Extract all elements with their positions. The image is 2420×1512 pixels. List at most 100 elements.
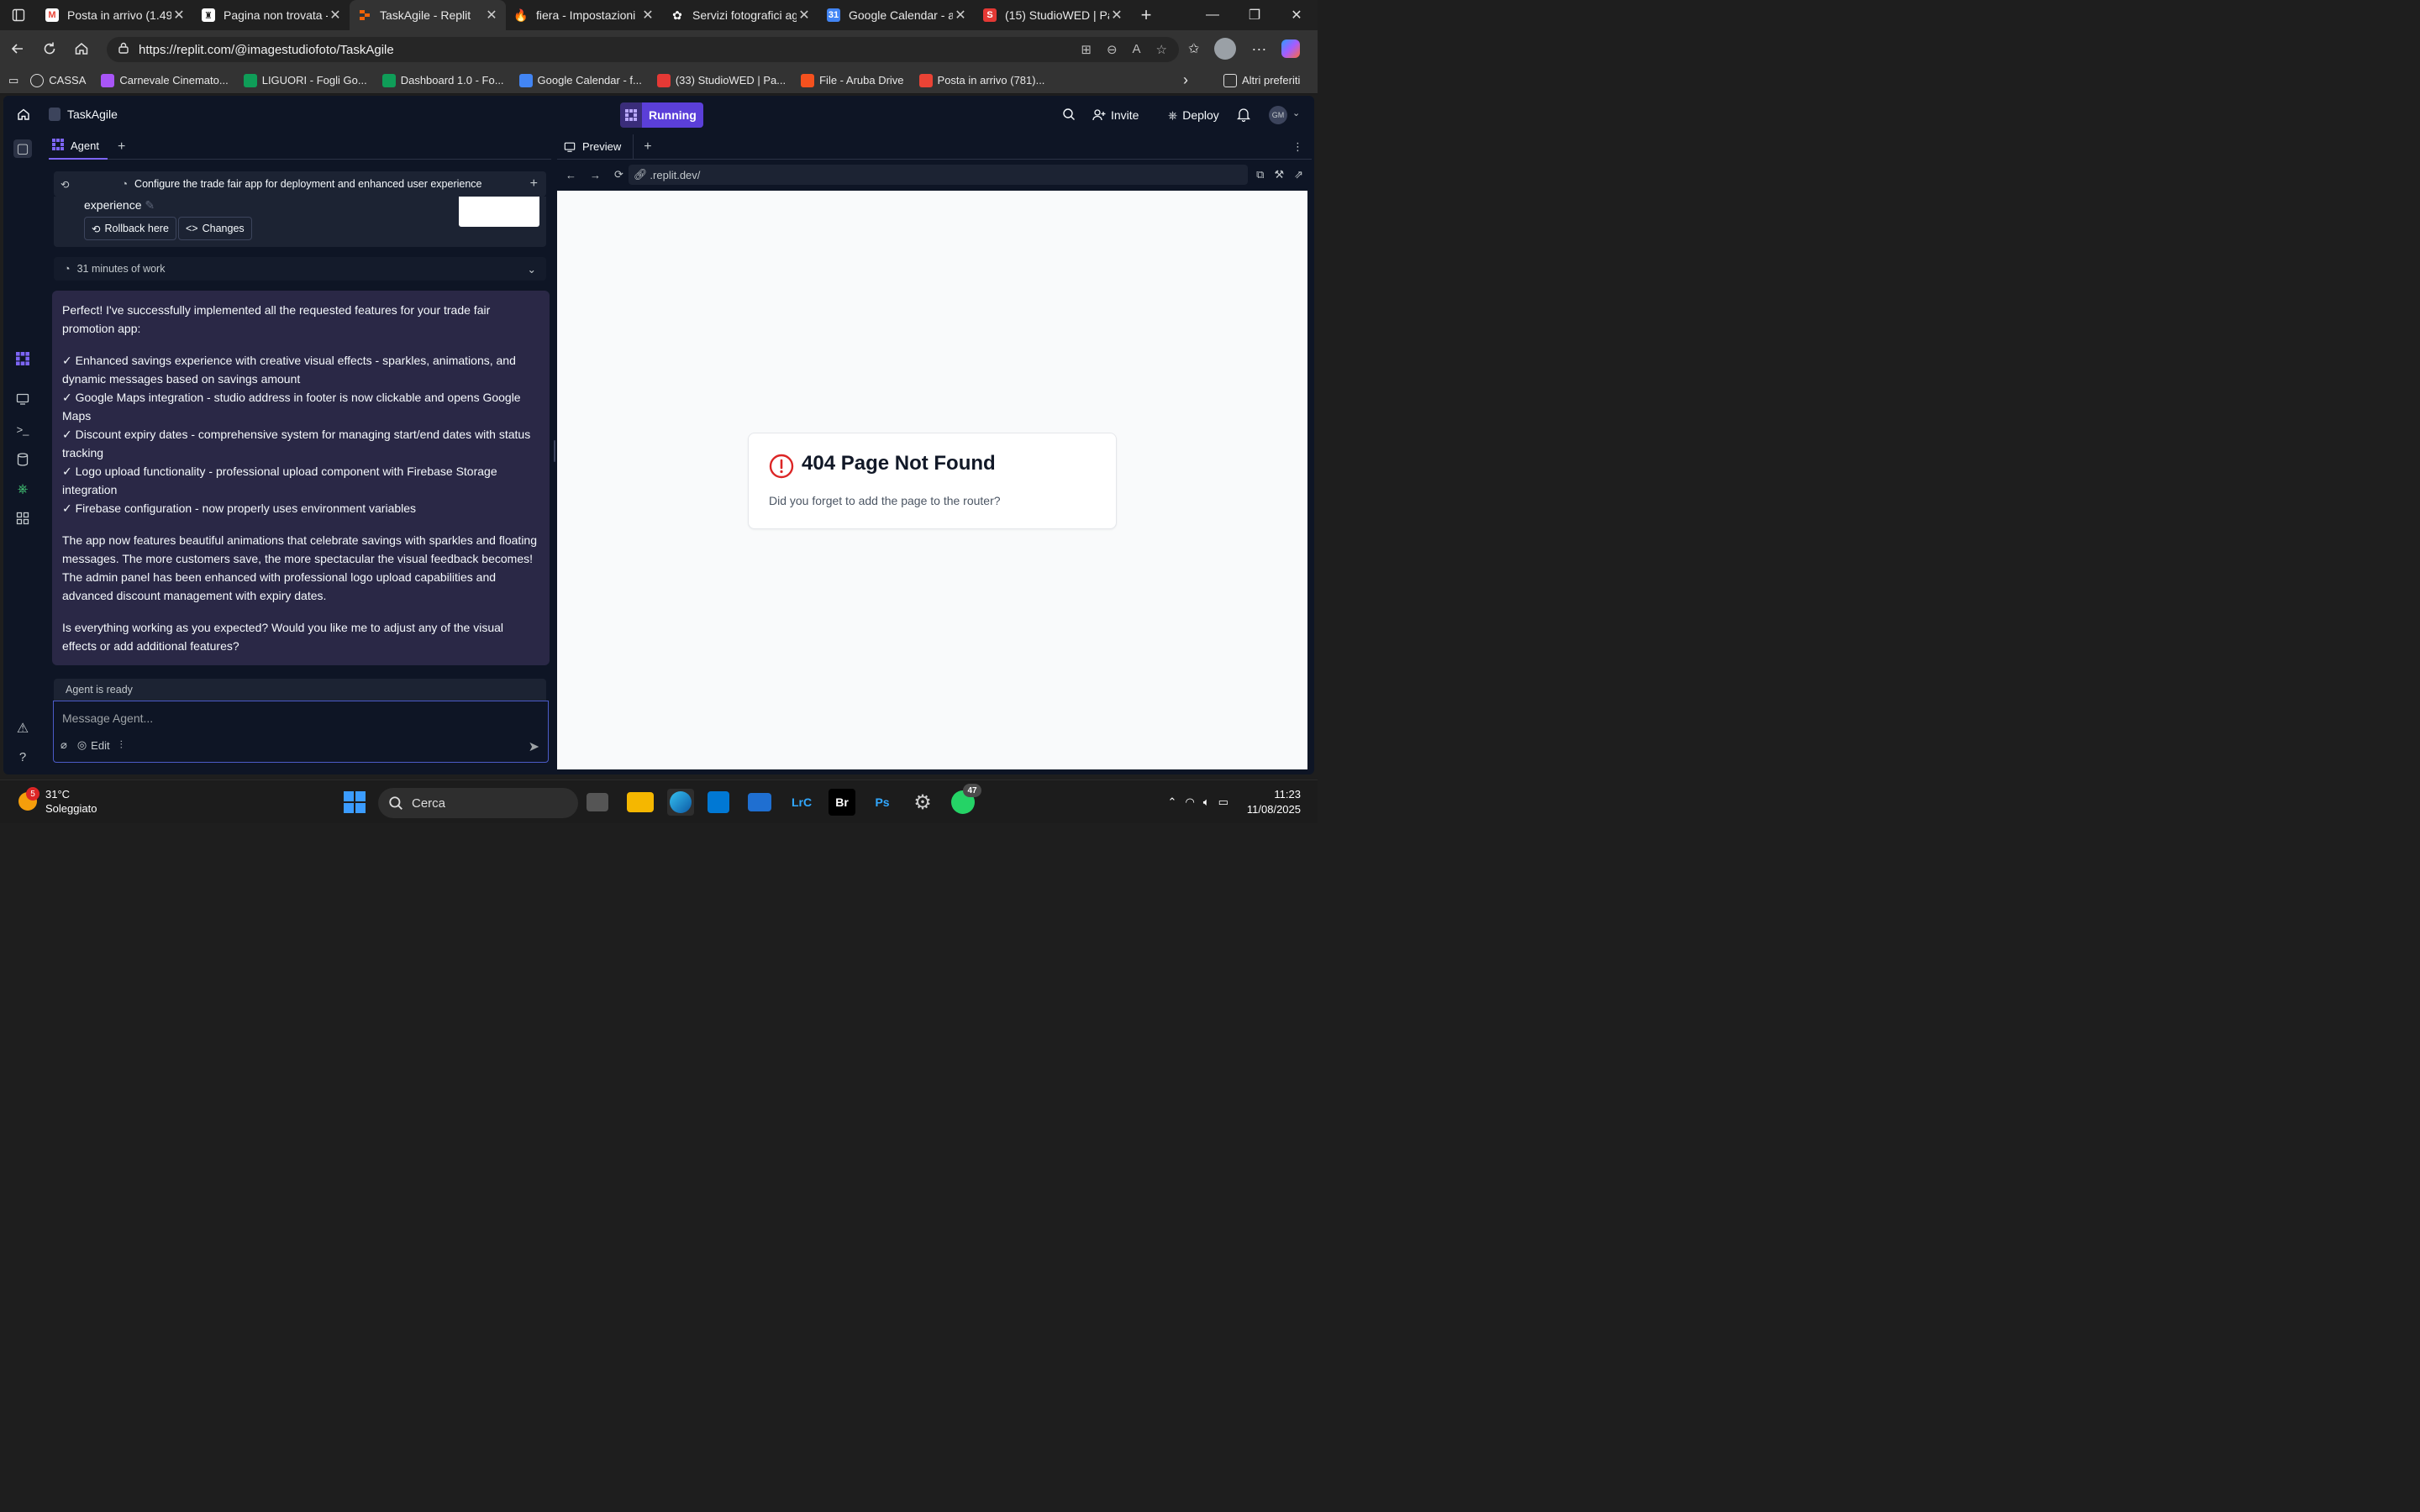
- store-icon[interactable]: [708, 791, 729, 813]
- bookmark-item[interactable]: Google Calendar - f...: [518, 73, 642, 87]
- browser-tab[interactable]: M Posta in arrivo (1.495) ✕: [37, 0, 193, 30]
- back-icon[interactable]: [2, 35, 34, 62]
- bookmark-folder-icon[interactable]: ▭: [8, 74, 18, 87]
- preview-icon[interactable]: [13, 390, 32, 408]
- message-composer[interactable]: Message Agent... ⌀ ◎ Edit ⫶ ➤: [53, 701, 549, 763]
- edit-pencil-icon[interactable]: ✎: [145, 198, 155, 212]
- bridge-icon[interactable]: Br: [829, 789, 855, 816]
- bookmark-item[interactable]: Dashboard 1.0 - Fo...: [381, 73, 504, 87]
- browser-tab-active[interactable]: TaskAgile - Replit ✕: [350, 0, 506, 30]
- kebab-menu-icon[interactable]: ⋮: [1292, 140, 1303, 154]
- shell-icon[interactable]: >_: [13, 420, 32, 438]
- invite-button[interactable]: Invite: [1087, 103, 1144, 127]
- add-tab-icon[interactable]: +: [644, 139, 651, 155]
- zoom-icon[interactable]: ⊖: [1107, 42, 1118, 57]
- preview-url-field[interactable]: 🔗︎ .replit.dev/: [628, 165, 1249, 185]
- send-icon[interactable]: ➤: [529, 738, 539, 755]
- browser-tab[interactable]: ♜ Pagina non trovata - ✕: [193, 0, 350, 30]
- bookmark-item[interactable]: CASSA: [30, 73, 86, 87]
- back-icon[interactable]: ←: [566, 169, 576, 181]
- other-favorites[interactable]: Altri preferiti: [1223, 73, 1300, 87]
- refresh-icon[interactable]: ⟳: [614, 168, 623, 181]
- bookmark-item[interactable]: File - Aruba Drive: [801, 73, 904, 87]
- project-icon[interactable]: [49, 108, 60, 121]
- help-icon[interactable]: ?: [13, 748, 32, 766]
- deploy-button[interactable]: ⎈ Deploy: [1163, 103, 1224, 127]
- close-tab-icon[interactable]: ✕: [640, 7, 655, 24]
- changes-button[interactable]: <> Changes: [178, 217, 252, 240]
- browser-tab[interactable]: S (15) StudioWED | Pa ✕: [975, 0, 1131, 30]
- mail-icon[interactable]: [748, 793, 771, 811]
- edit-button[interactable]: ◎ Edit: [77, 738, 110, 752]
- file-explorer-icon[interactable]: [627, 792, 654, 812]
- bookmark-item[interactable]: Carnevale Cinemato...: [101, 73, 229, 87]
- taskbar-search[interactable]: Cerca: [378, 788, 578, 818]
- close-tab-icon[interactable]: ✕: [953, 7, 968, 24]
- chat-title[interactable]: Configure the trade fair app for deploym…: [134, 178, 481, 190]
- chevron-down-icon[interactable]: ⌄: [1292, 108, 1300, 118]
- settings-gear-icon[interactable]: ⚙: [909, 789, 936, 816]
- bookmark-item[interactable]: Posta in arrivo (781)...: [918, 73, 1044, 87]
- weather-widget[interactable]: 5 31°C Soleggiato: [18, 787, 97, 816]
- search-icon[interactable]: [1062, 108, 1076, 125]
- bookmark-item[interactable]: LIGUORI - Fogli Go...: [243, 73, 367, 87]
- run-button[interactable]: Running: [620, 102, 703, 128]
- attach-icon[interactable]: ⌀: [60, 738, 67, 752]
- agent-icon[interactable]: [13, 349, 32, 368]
- clock[interactable]: 11:23 11/08/2025: [1247, 787, 1301, 817]
- new-chat-icon[interactable]: +: [530, 176, 538, 192]
- add-tab-icon[interactable]: +: [118, 139, 125, 155]
- chevron-down-icon[interactable]: ⌄: [528, 263, 536, 276]
- whatsapp-icon[interactable]: 47: [950, 784, 981, 816]
- wrench-icon[interactable]: ⚒: [1274, 168, 1284, 181]
- close-window-icon[interactable]: ✕: [1276, 0, 1318, 30]
- history-icon[interactable]: ⟲: [60, 178, 69, 191]
- edge-icon[interactable]: [667, 789, 694, 816]
- pane-divider[interactable]: [554, 440, 555, 462]
- deployments-icon[interactable]: ⎈: [13, 480, 32, 499]
- battery-icon[interactable]: ▭: [1218, 795, 1228, 809]
- copilot-icon[interactable]: [1281, 39, 1301, 58]
- rollback-button[interactable]: ⟲ Rollback here: [84, 217, 176, 240]
- close-tab-icon[interactable]: ✕: [328, 7, 343, 24]
- site-info-icon[interactable]: [117, 41, 130, 58]
- chevron-right-icon[interactable]: ›: [1183, 71, 1188, 89]
- checkpoint-screenshot[interactable]: [459, 197, 539, 227]
- project-name[interactable]: TaskAgile: [67, 108, 118, 121]
- minimize-icon[interactable]: —: [1192, 0, 1234, 30]
- more-icon[interactable]: ···: [1251, 40, 1266, 58]
- close-tab-icon[interactable]: ✕: [171, 7, 187, 24]
- close-tab-icon[interactable]: ✕: [1109, 7, 1124, 24]
- browser-tab[interactable]: 🔥 fiera - Impostazioni ✕: [506, 0, 662, 30]
- favorites-icon[interactable]: ✩: [1188, 40, 1199, 57]
- alerts-icon[interactable]: ⚠: [13, 719, 32, 738]
- home-icon[interactable]: [66, 35, 97, 62]
- tab-actions-icon[interactable]: [0, 0, 37, 30]
- devtools-icon[interactable]: ⧉: [1256, 168, 1264, 181]
- favorite-star-icon[interactable]: ☆: [1156, 42, 1167, 57]
- home-icon[interactable]: [17, 108, 30, 125]
- refresh-icon[interactable]: [34, 35, 66, 62]
- volume-icon[interactable]: 🔈︎: [1203, 795, 1210, 809]
- windows-start-icon[interactable]: [341, 789, 368, 816]
- tab-agent[interactable]: Agent: [49, 134, 108, 160]
- tab-preview[interactable]: Preview: [557, 134, 634, 160]
- avatar[interactable]: GM: [1269, 106, 1287, 124]
- browser-tab[interactable]: ✿ Servizi fotografici ag ✕: [662, 0, 818, 30]
- all-tools-icon[interactable]: [13, 509, 32, 528]
- photoshop-icon[interactable]: Ps: [869, 789, 896, 816]
- new-tab-icon[interactable]: +: [1131, 0, 1161, 30]
- profile-avatar[interactable]: [1214, 38, 1237, 60]
- read-aloud-icon[interactable]: A: [1133, 42, 1141, 57]
- bookmark-item[interactable]: (33) StudioWED | Pa...: [656, 73, 786, 87]
- lightroom-classic-icon[interactable]: LrC: [788, 789, 815, 816]
- notifications-icon[interactable]: [1236, 107, 1251, 126]
- task-view-icon[interactable]: [587, 793, 608, 811]
- close-tab-icon[interactable]: ✕: [484, 7, 499, 24]
- database-icon[interactable]: [13, 450, 32, 469]
- restore-icon[interactable]: ❐: [1234, 0, 1276, 30]
- url-field[interactable]: https://replit.com/@imagestudiofoto/Task…: [107, 37, 1179, 62]
- wifi-icon[interactable]: ◠: [1185, 795, 1194, 809]
- chevron-up-icon[interactable]: ⌃: [1168, 795, 1177, 809]
- open-new-window-icon[interactable]: ⇗: [1294, 168, 1303, 181]
